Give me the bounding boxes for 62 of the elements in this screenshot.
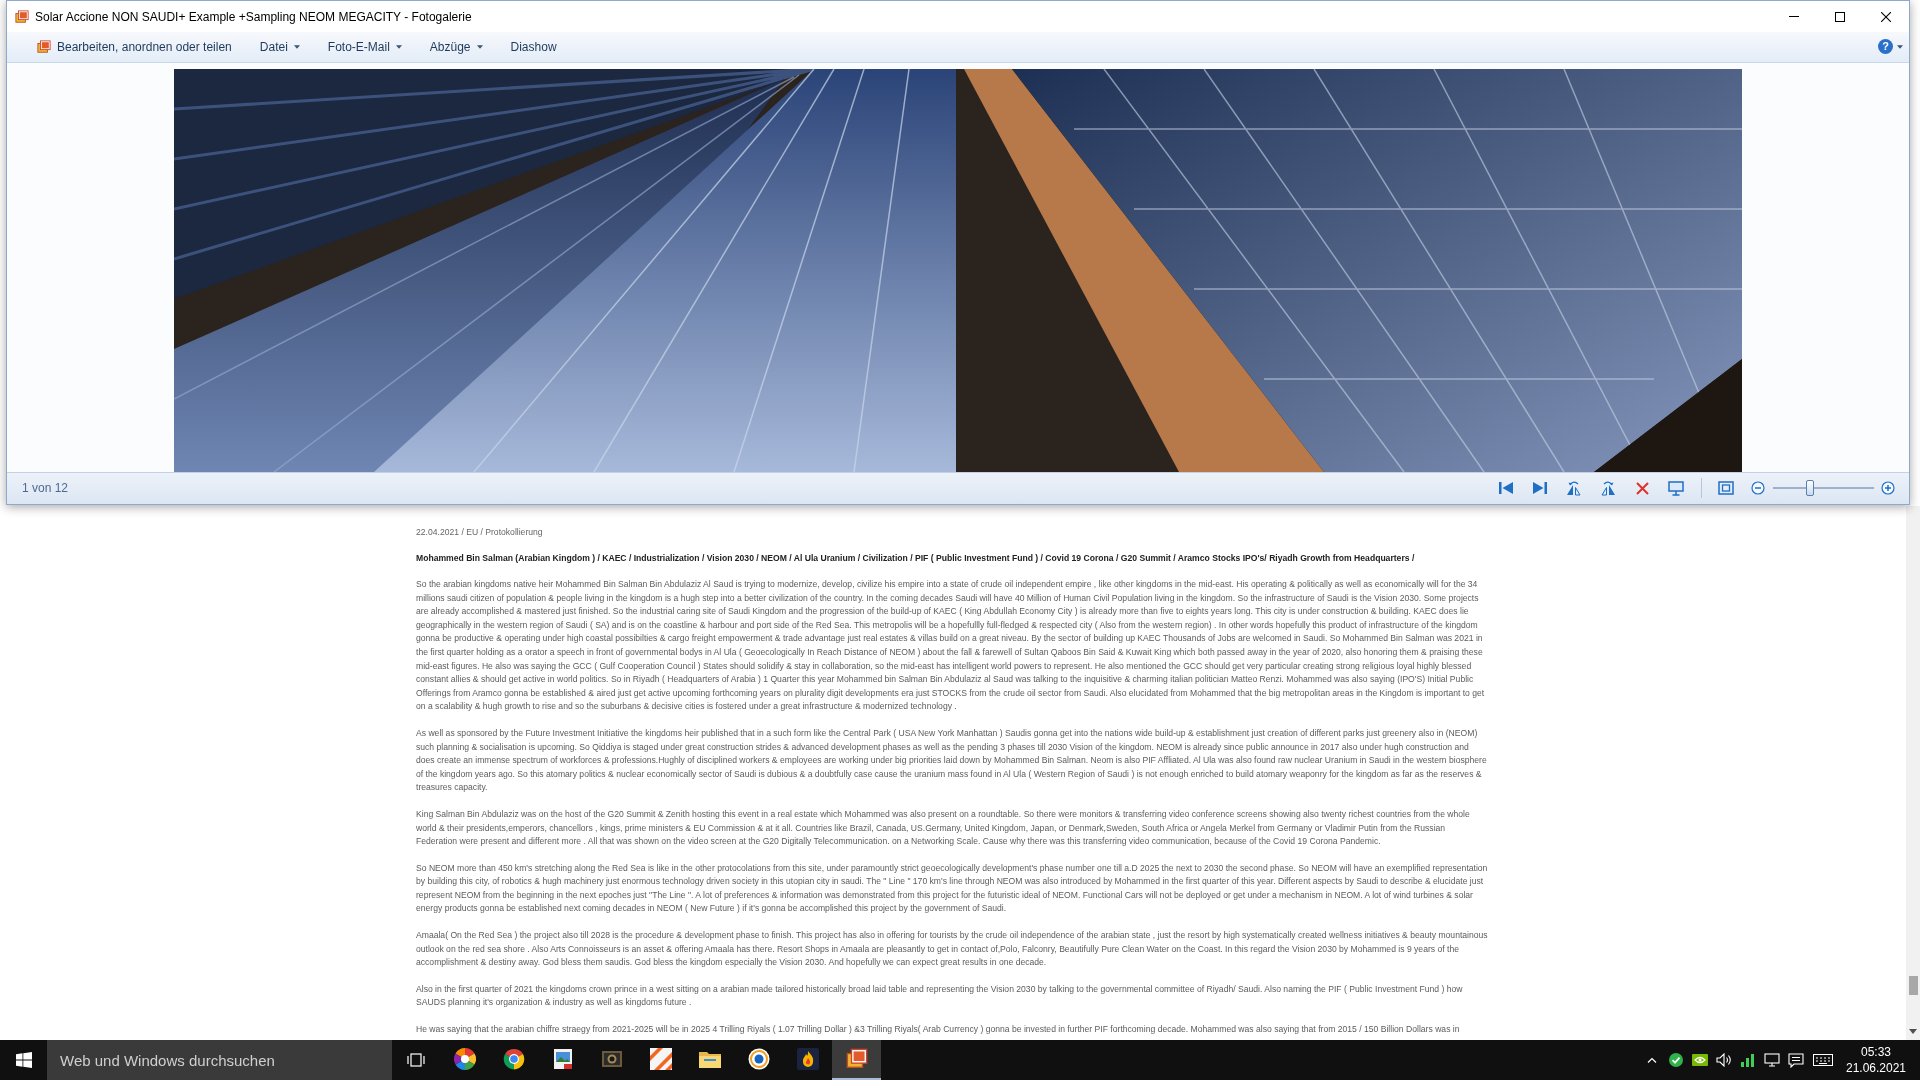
speaker-icon[interactable]: [1716, 1053, 1732, 1067]
picture-icon: [551, 1048, 574, 1070]
skip-forward-icon[interactable]: [1533, 482, 1547, 495]
headline: Mohammed Bin Salman (Arabian Kingdom ) / KAEC / Industrialization / Vision 2030 / NEOM / Al Ula Uranium / Civilization / PIF ( Public Investment Fund ) / Covid 19 Corona / G20 Summit / Aramco Stocks IPO's/ Riyadh Growth from Headquarters /: [416, 552, 1416, 565]
pinwheel-icon: [453, 1048, 476, 1070]
help-button[interactable]: ?: [1878, 39, 1893, 55]
clock-date[interactable]: 21.06.2021: [1845, 1060, 1907, 1076]
keyboard-icon[interactable]: [1813, 1054, 1833, 1066]
skip-back-icon[interactable]: [1499, 482, 1513, 495]
paragraph: He was saying that the arabian chiffre straegy from 2021-2025 will be in 2025 4 Trilling Riyals ( 1.07 Trilling Dollar ) &3 Trilling Riyals( Arab Currency ) gonna be invested in further PIF forthcoming decade. Mohammed was also saying that from 2015 / 150 Billion Dollars was in: [416, 1023, 1461, 1037]
chevron-up-icon[interactable]: [1647, 1057, 1657, 1063]
task-view-icon[interactable]: [407, 1053, 425, 1067]
flame-icon: [796, 1048, 819, 1070]
post-meta: 22.04.2021 / EU / Protokollierung: [416, 526, 544, 539]
caret-icon: [476, 44, 483, 49]
presentation-screen-icon[interactable]: [1668, 480, 1684, 496]
menu-item[interactable]: Foto-E-Mail: [320, 34, 409, 59]
paragraph: So the arabian kingdoms native heir Mohammed Bin Salman Bin Abdulaziz Al Saud is trying to modernize, develop, civilize his empire into a state of crude oil independent empire , like other kingdoms in the mid-east. His operating & politically as well as economically will for the 34 millions saudi citizen of population & people living in the kingdom is a hugh step into a better civilization of the country. In the coming decades Saudi will have 40 Million of Human Civil Population living in the kingdom. So the infrastructure of Saudi is the Vision 2030. Some projects are already accomplished & mastered just finished. So the industrial caring site of Saudi Kingdom and the progression of the build-up of KAEC ( King Abdullah Economy City ) is already more than five to eights years long. This city is under construction & building. KAEC does lie geographically in the western region of Saudi ( SA) and is on the coastline & harbour and port side of the Red Sea. This metropolis will be a hopefullly full-fledged & respected city ( Also from the western region) . In other words hopefully this product of infrastructure of the kingdom gonna be productive & operating under high coastal possibilties & cargo freight empowerment & trade advantage just real estates & villas build on a great niveau. By the sector of building up KAEC Thousands of Jobs are welcomed in Saudi. So Mohammed Bin Salman was 2021 in the first quarter holding as a orator a speech in front of governmental bodys in Al Ula ( Geoecologically In Reach Distance of NEOM ) about the fall & farewell of Sultan Qaboos Bin Said & Kuwait King which both passed away in the year of 2020, also honoring them & praising these mid-east figures. He also was saying the GCC ( Gulf Cooperation Council ) States should solidify & stay in collaboration, so the mid-east has intelligent world powers to represent. He also mentioned the GCC should get very particular creating strong religious loyal highly blessed constant allies & should get active in world politics. So in Riyadh ( Headquarters of Arabia ) 1 Quarter this year Mohammed bin Salman Bin Abdulaziz al Saud was talking to the inquisitive & charming italian politician Matteo Renzi. Mohammed was also saying (IPO'S) Initial Public Offerings from Aramco gonna be established & aired just get active upcoming forthcoming years on plurality digit developments era just STOCKS from the crude oil sector from Saudi. Also elucidated from Mohammed that the big metropolitan areas in the Kingdom is important to get on a scalability & hugh growth to rise and so the suburbans & decisive cities is fostered under a great infrastructure & modernized technology .: [416, 578, 1486, 714]
paragraph: King Salman Bin Abdulaziz was on the host of the G20 Summit & Zenith hosting this event in a real estate which Mohammed was also present on a roundtable. So there were monitors & transferring video conference screens showing also twenty richest countries from the whole world & their presidents,emperors, chancellors , kings, prime ministers & EU Commission & at it all. Countries like Brazil, Canada, US.Germany, United Kingdom, Japan, or Denmark,Sweden, South Africa or Angela Merkel from Germany or Vladimir Putin from the Russian Federation were present and different more . All that was shown on the video screen at the G20 Digitally Telecommunication. on a Networking Scale. Cause why there was this transferring video communication, because of the Covid 19 Corona Pandemic.: [416, 807, 1471, 849]
camera-icon: [600, 1048, 623, 1070]
photo-stack-icon: [15, 9, 29, 24]
monitor-icon[interactable]: [1764, 1053, 1780, 1067]
clock-time[interactable]: 05:33: [1861, 1044, 1891, 1060]
signal-bars-icon[interactable]: [1741, 1053, 1755, 1067]
scrollbar-thumb[interactable]: [1908, 976, 1918, 995]
delete-icon[interactable]: [1635, 481, 1649, 495]
window-title: Solar Accione NON SAUDI+ Example +Sampling NEOM MEGACITY - Fotogalerie: [35, 8, 472, 26]
rotate-right-icon[interactable]: [1600, 480, 1616, 497]
caret-icon[interactable]: [1897, 44, 1903, 49]
paragraph: Amaala( On the Red Sea ) the project also till 2028 is the procedure & development phase to finish. This project has also in offering for tourists by the crude oil independence of the arabian state , just the resort by high systematically created wellness initiatives & beauty mountainous outlook on the red sea shore . Also Arts Connoisseurs is an asset & offering Amaala has there. Resort Shops in Amaala are pleasantly to get in contact of,Polo, Falconry, Beautifully Pure Clean Water on the Coast. In this regard the Vision 2030 by Mohammed is 9 years of the accomplishment & destiny away. God bless them saudis. God bless the kingdom especially the Vision 2030. And hopefully we can expect great results in one decade.: [416, 929, 1488, 970]
taskbar-app-button[interactable]: [832, 1040, 881, 1080]
folder-icon: [698, 1050, 721, 1068]
zoom-in-icon[interactable]: [1881, 481, 1895, 496]
scrollbar[interactable]: [1906, 506, 1920, 1040]
menu-item[interactable]: Diashow: [503, 34, 564, 59]
caret-icon: [293, 44, 300, 49]
scroll-down-icon[interactable]: [1909, 1029, 1917, 1034]
photo-stack-icon: [37, 39, 51, 54]
menu-item[interactable]: Abzüge: [422, 34, 490, 59]
zoom-slider[interactable]: [1773, 480, 1874, 497]
maximize-icon[interactable]: [1835, 11, 1845, 22]
image-counter: 1 von 12: [22, 480, 69, 498]
start-icon[interactable]: [15, 1052, 32, 1068]
paragraph: Also in the first quarter of 2021 the kingdoms crown prince in a west sitting on a arabian made tailored historically broad laid table and representing the Vision 2030 by talking to the governmental committee of Riyadh/ Saudi. Also naming the PIF ( Public Investment Fund ) how SAUDS planning it's organization & industry as well as kingdoms future .: [416, 982, 1464, 1010]
menu-item[interactable]: Bearbeiten, anordnen oder teilen: [30, 34, 239, 59]
caret-icon: [395, 44, 402, 49]
logo-tile-icon[interactable]: [1692, 1054, 1708, 1066]
check-circle-icon[interactable]: [1669, 1053, 1683, 1067]
paragraph: So NEOM more than 450 km's stretching along the Red Sea is like in the other protocolations from this site, under paramountly strict geoecologically development's phase number one till a.D 2025 the next to 2030 the second phase. So NEOM will have an exemplified representation by building this city, of robotics & hugh machinery just enormous technology driven society in this utopian city in saudi. The " Line " 170 km's line through NEOM was also introduced by Mohammed in the first quarter of this year. Different aspects by Saudi to describe & elucidate just represent NEOM from the beginning in the next epoches just "The Line ". A lot of preferences & information was demonstrated from this project for the futuristic ideal of NEOM. Functional Cars will not be deployed or get under a mechanism in NEOM. A lot of wind turbines & solar energy products gonna be established next coming decades in NEOM ( New Future ) if it's gonna be accomplished this project by the government of Saudi.: [416, 861, 1488, 916]
search-field[interactable]: Web und Windows durchsuchen: [47, 1040, 392, 1080]
rotate-left-icon[interactable]: [1566, 480, 1582, 497]
zoom-slider-thumb[interactable]: [1806, 480, 1815, 497]
menu-item[interactable]: Datei: [252, 34, 307, 59]
speech-bubble-icon[interactable]: [1788, 1052, 1804, 1068]
round-logo-icon: [502, 1048, 525, 1070]
close-icon[interactable]: [1881, 11, 1891, 22]
zoom-out-icon[interactable]: [1751, 481, 1765, 496]
paragraph: As well as sponsored by the Future Investment Initiative the kingdoms heir published that in a such form like the Central Park ( USA New York Manhattan ) Saudis gonna get into the nations wide build-up & establishment just creation of different parks just greenery also in (NEOM) such planning & socialisation is upcoming. So Qiddiya is staged under great construction strides & advanced development phases as well as the pending 3 phases till 2030 Vision of the kingdom. NEOM is already since public announce in 2017 also under hugh construction and does create an immense spectrum of workforces & professions.Hughly of disciplined workers & employees are working under big priorities laid down by Mohammed Bin Salman. Neom is also PIF Affliated. Al Ula was also found raw nuclear Uranium in Saudi in the western biosphere of the kingdom years ago. So this atomary politics & nuclear economically sector of Saudi is dubious & a doubtfully case cause the uranium mass found in Al Ula ( Western Region of Saudi ) is not enough enriched to build atomary weaponry for the kingdom as far as the reserves & treasures capacity.: [416, 726, 1488, 795]
photo-stack-icon: [845, 1048, 868, 1070]
striped-tile-icon: [649, 1048, 672, 1070]
fit-window-icon[interactable]: [1718, 481, 1734, 496]
ring-icon: [747, 1048, 770, 1070]
